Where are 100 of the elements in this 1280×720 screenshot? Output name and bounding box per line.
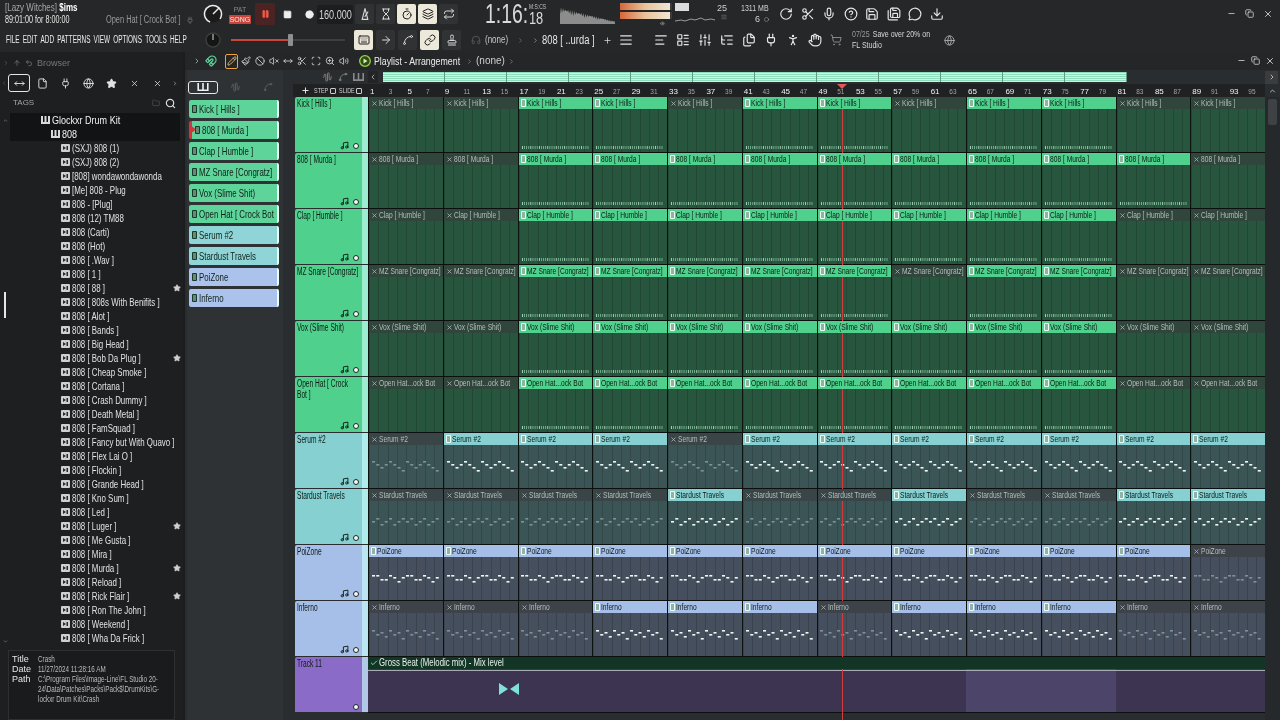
pattern-clip[interactable]: PoiZone — [1190, 545, 1265, 600]
pattern-clip[interactable]: Inferno — [442, 601, 518, 656]
pattern-clip[interactable]: MZ Snare [Congratz] — [741, 265, 817, 320]
pattern-clip[interactable]: Stardust Travels — [517, 489, 593, 544]
scrollbar-thumb[interactable] — [1268, 99, 1277, 125]
pattern-clip[interactable]: MZ Snare [Congratz] — [966, 265, 1041, 320]
pattern-clip[interactable]: Vox (Slime Shit) — [667, 321, 742, 376]
music-note-icon[interactable] — [340, 645, 349, 654]
sample-item[interactable]: 808 [ Fancy but With Quavo ] — [10, 435, 183, 449]
pattern-clip[interactable]: PoiZone — [517, 545, 593, 600]
pattern-clip[interactable]: Serum #2 — [442, 433, 518, 488]
sliders-icon[interactable] — [698, 33, 712, 47]
pattern-clip[interactable]: Clap [ Humble ] — [592, 209, 667, 264]
pattern-clip[interactable]: Stardust Travels — [667, 489, 742, 544]
pattern-clip[interactable]: Stardust Travels — [1115, 489, 1191, 544]
pattern-clip[interactable]: Kick [ Hills ] — [741, 97, 817, 152]
pattern-clip[interactable]: Vox (Slime Shit) — [592, 321, 667, 376]
pattern-clip[interactable]: Clap [ Humble ] — [1190, 209, 1265, 264]
pattern-clip[interactable]: Serum #2 — [1115, 433, 1191, 488]
pattern-clip[interactable]: PoiZone — [1115, 545, 1191, 600]
hand-icon[interactable] — [808, 33, 822, 47]
sample-item[interactable]: 808 [ Big Head ] — [10, 337, 183, 351]
pattern-clip[interactable]: Inferno — [1040, 601, 1116, 656]
save-icon[interactable] — [865, 7, 879, 21]
pattern-clip[interactable]: Vox (Slime Shit) — [442, 321, 518, 376]
chat-bubble-icon[interactable] — [908, 7, 922, 21]
pattern-clip[interactable]: Vox (Slime Shit) — [1115, 321, 1191, 376]
sample-item[interactable]: 808 [ 88 ] — [10, 281, 183, 295]
music-note-icon[interactable] — [340, 309, 349, 318]
pattern-clip[interactable]: Vox (Slime Shit) — [368, 321, 443, 376]
pattern-clip[interactable]: Inferno — [667, 601, 742, 656]
pattern-clip[interactable]: Serum #2 — [592, 433, 667, 488]
track-header[interactable]: Stardust Travels — [295, 489, 362, 544]
sample-item[interactable]: 808 [ Bands ] — [10, 323, 183, 337]
sample-item[interactable]: 808 [ .Wav ] — [10, 253, 183, 267]
sample-item[interactable]: 808 [ Ron The John ] — [10, 603, 183, 617]
pattern-picker-tab[interactable] — [188, 80, 218, 94]
music-note-icon[interactable] — [340, 421, 349, 430]
pattern-clip[interactable]: Kick [ Hills ] — [368, 97, 443, 152]
menu-item[interactable]: OPTIONS — [113, 33, 142, 47]
chevron-right-icon[interactable] — [172, 79, 178, 87]
pattern-clip[interactable]: MZ Snare [Congratz] — [891, 265, 966, 320]
music-note-icon[interactable] — [340, 141, 349, 150]
sample-item[interactable]: 808 [ 808s With Benifits ] — [10, 295, 183, 309]
bars-icon[interactable] — [654, 33, 668, 47]
keyboard-toggle[interactable] — [354, 30, 373, 50]
pattern-clip[interactable]: Open Hat...ock Bot — [1190, 377, 1265, 432]
pattern-clip[interactable]: MZ Snare [Congratz] — [1040, 265, 1116, 320]
pattern-clip[interactable]: Vox (Slime Shit) — [966, 321, 1041, 376]
play-pause-button[interactable] — [255, 3, 275, 25]
pattern-clip[interactable]: Stardust Travels — [966, 489, 1041, 544]
stamp-icon[interactable] — [445, 34, 458, 46]
music-note-icon[interactable] — [340, 365, 349, 374]
pattern-clip[interactable]: Kick [ Hills ] — [1040, 97, 1116, 152]
curve-toggle[interactable] — [398, 30, 417, 50]
pattern-clip[interactable]: Open Hat...ock Bot — [816, 377, 892, 432]
list-icon[interactable] — [676, 33, 690, 47]
pattern-clip[interactable]: 808 [ Murda ] — [368, 153, 443, 208]
track-header[interactable]: Open Hat [ Crock Bot ] — [295, 377, 362, 432]
waveform-icon[interactable] — [322, 72, 333, 82]
pattern-clip[interactable]: PoiZone — [667, 545, 742, 600]
pattern-clip[interactable]: Inferno — [966, 601, 1041, 656]
file-icon[interactable] — [36, 77, 48, 89]
pattern-clip[interactable]: PoiZone — [368, 545, 443, 600]
cart-icon[interactable] — [830, 34, 842, 46]
pattern-clip[interactable]: Open Hat...ock Bot — [966, 377, 1041, 432]
arrows-filter-button[interactable] — [8, 74, 30, 92]
pattern-clip[interactable]: Serum #2 — [517, 433, 593, 488]
music-note-icon[interactable] — [340, 197, 349, 206]
pattern-clip[interactable]: Serum #2 — [741, 433, 817, 488]
chevron-right-icon[interactable] — [193, 57, 201, 65]
pattern-clip[interactable]: Clap [ Humble ] — [1040, 209, 1116, 264]
pattern-clip[interactable]: Kick [ Hills ] — [442, 97, 518, 152]
sample-item[interactable]: 808 [ Wha Da Frick ] — [10, 631, 183, 645]
sample-item[interactable]: (SXJ) 808 (1) — [10, 141, 183, 155]
pattern-clip[interactable]: 808 [ Murda ] — [1040, 153, 1116, 208]
menu-item[interactable]: ADD — [40, 33, 54, 47]
sample-item[interactable]: 808 - [Plug] — [10, 197, 183, 211]
pattern-item[interactable]: Stardust Travels — [189, 247, 279, 265]
menu-item[interactable]: PATTERNS — [57, 33, 91, 47]
music-note-icon[interactable] — [340, 253, 349, 262]
pattern-clip[interactable]: Clap [ Humble ] — [891, 209, 966, 264]
pattern-clip[interactable]: MZ Snare [Congratz] — [667, 265, 742, 320]
repeat-toggle[interactable] — [439, 4, 458, 24]
stop-icon[interactable] — [283, 9, 292, 19]
pattern-clip[interactable]: Kick [ Hills ] — [517, 97, 593, 152]
sample-item[interactable]: 808 [ Cheap Smoke ] — [10, 365, 183, 379]
pattern-clip[interactable]: Vox (Slime Shit) — [741, 321, 817, 376]
metronome-toggle[interactable] — [355, 4, 374, 24]
link-toggle[interactable] — [420, 30, 439, 50]
sample-item[interactable]: 808 [ Mira ] — [10, 547, 183, 561]
pattern-clip[interactable]: Kick [ Hills ] — [891, 97, 966, 152]
pattern-selector[interactable]: 808 [ ..urda ] — [542, 33, 595, 47]
pattern-item[interactable]: Inferno — [189, 289, 279, 307]
pattern-clip[interactable]: Stardust Travels — [592, 489, 667, 544]
track-header[interactable]: Clap [ Humble ] — [295, 209, 362, 264]
pattern-clip[interactable]: PoiZone — [891, 545, 966, 600]
pattern-clip[interactable]: Clap [ Humble ] — [667, 209, 742, 264]
pattern-item[interactable]: Serum #2 — [189, 226, 279, 244]
arrow-toggle[interactable] — [376, 30, 395, 50]
